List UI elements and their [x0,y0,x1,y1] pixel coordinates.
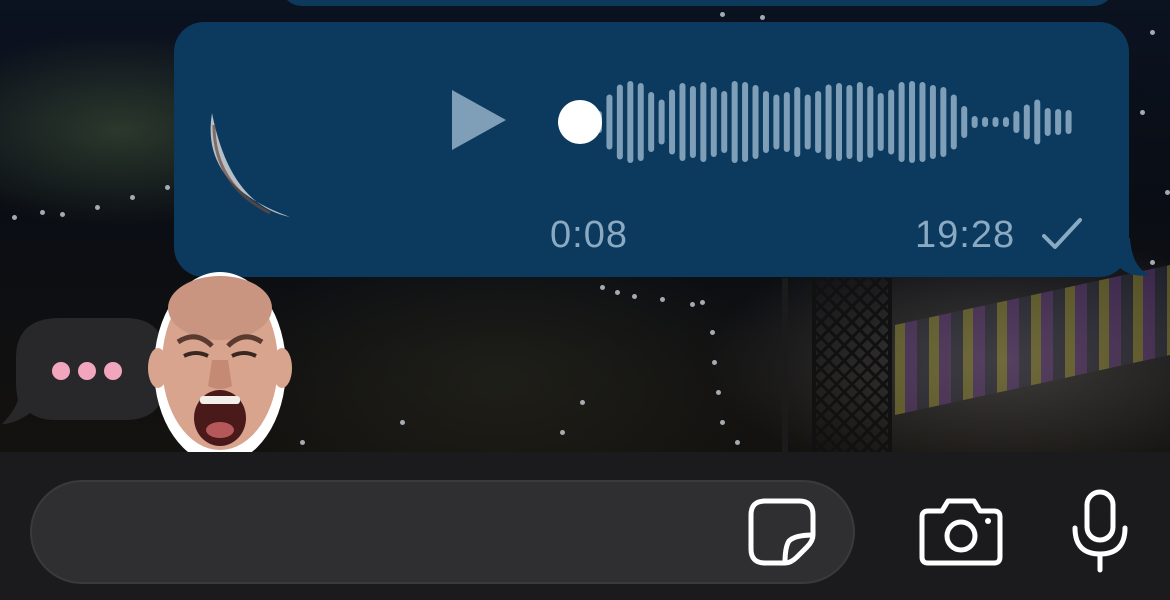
waveform-bar [689,86,696,158]
waveform-bar [721,91,728,153]
wallpaper-light [712,360,717,365]
waveform-bar [606,94,613,150]
wallpaper-light [615,290,620,295]
wallpaper-light [60,212,65,217]
wallpaper-crowd [895,265,1170,415]
waveform-bar [992,117,999,127]
waveform-bar [1055,109,1062,135]
wallpaper-light [716,390,721,395]
waveform-bar [1044,108,1051,136]
wallpaper-light [600,285,605,290]
wallpaper-light [720,12,725,17]
waveform-bar [825,84,832,160]
wallpaper-light [690,302,695,307]
wallpaper-light [1140,110,1145,115]
wallpaper-light [632,294,637,299]
wallpaper-light [300,440,305,445]
waveform-bar [1002,117,1009,127]
bubble-tail [1120,238,1150,276]
ellipsis-icon [52,362,132,384]
wallpaper-light [700,300,705,305]
audio-waveform[interactable] [592,70,1082,174]
waveform-bar [762,91,769,153]
wallpaper-light [130,195,135,200]
wallpaper-tower [812,278,892,455]
wallpaper-light [165,185,170,190]
waveform-bar [648,92,655,152]
waveform-bar [783,92,790,152]
screaming-man-sticker[interactable] [148,268,293,468]
wallpaper-light [40,210,45,215]
waveform-bar [982,117,989,127]
waveform-bar [836,83,842,161]
waveform-bar [731,81,738,163]
wallpaper-light [95,205,100,210]
sticker-button[interactable] [747,497,817,567]
waveform-bar [815,91,822,153]
microphone-icon [1072,489,1128,573]
typing-dot [52,362,70,380]
wallpaper-light [720,420,725,425]
waveform-bar [919,82,926,162]
waveform-bar [856,82,863,162]
waveform-bar [658,99,665,145]
wallpaper-light [710,330,715,335]
waveform-bar [971,116,978,128]
waveform-bar [669,89,676,155]
waveform-bar [940,87,947,157]
crescent-icon [210,113,290,217]
voice-duration: 0:08 [550,214,628,256]
waveform-bar [909,81,916,163]
waveform-bar [888,89,895,155]
wallpaper-pole [782,278,788,455]
waveform-bar [961,106,968,138]
waveform-bar [1065,110,1072,134]
waveform-bar [627,81,634,163]
typing-dot [78,362,96,380]
play-button[interactable] [440,80,520,160]
wallpaper-light [560,430,565,435]
camera-button[interactable] [918,497,1004,567]
waveform-bar [898,82,905,162]
waveform-bar [867,86,874,158]
playback-scrubber[interactable] [558,100,602,144]
wallpaper-light [660,297,665,302]
waveform-bar [679,83,686,161]
play-icon [452,90,506,150]
checkmark-icon [1042,218,1082,249]
waveform-bar [804,94,811,150]
waveform-bar [794,87,801,157]
waveform-bar [742,82,749,162]
camera-icon [919,498,1003,566]
wallpaper-light [580,400,585,405]
wallpaper-light [1165,190,1170,195]
wallpaper-light [760,15,765,20]
waveform-bar [1034,99,1041,145]
waveform-bar [877,93,884,151]
wallpaper-light [12,215,17,220]
sticker-icon [748,498,816,566]
waveform-bar [752,85,759,159]
waveform-bar [700,82,707,162]
waveform-bar [710,87,717,157]
waveform-bar [929,85,936,159]
previous-message-bubble[interactable] [280,0,1115,6]
message-time: 19:28 [915,214,1016,256]
waveform-bar [1013,111,1020,133]
waveform-bar [1023,104,1030,140]
wallpaper-light [1150,30,1155,35]
waveform-bar [637,83,644,161]
typing-dot [104,362,122,380]
wallpaper-light [735,440,740,445]
waveform-bar [950,94,957,150]
waveform-bar [846,85,853,159]
microphone-button[interactable] [1065,488,1135,574]
waveform-bar [616,84,623,160]
message-input[interactable] [30,480,855,584]
wallpaper-light [1150,260,1155,265]
waveform-bar [773,94,780,150]
wallpaper-light [400,420,405,425]
